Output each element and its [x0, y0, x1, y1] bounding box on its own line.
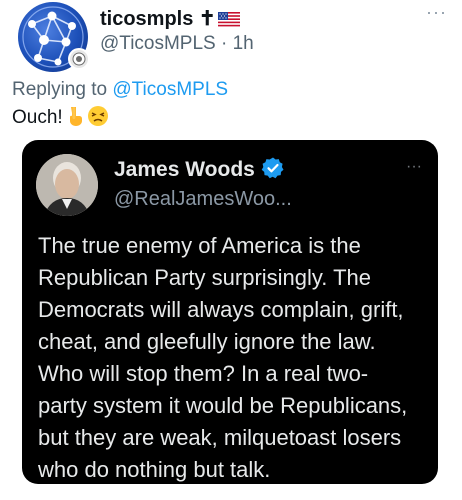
tweet-header: ticosmpls ✝ @TicosMPLS · 1h ···	[18, 2, 448, 74]
quoted-handle[interactable]: @RealJamesWoo...	[114, 188, 292, 211]
handle[interactable]: @TicosMPLS	[100, 33, 216, 54]
replying-to-line: Replying to @TicosMPLS	[12, 79, 228, 101]
tweet-text-body: Ouch!	[12, 107, 63, 128]
display-name[interactable]: ticosmpls ✝	[100, 6, 240, 33]
quoted-avatar[interactable]	[36, 154, 98, 216]
more-options-icon[interactable]: ···	[426, 2, 447, 23]
tweet-text: Ouch!	[12, 105, 109, 133]
verified-badge-icon	[261, 156, 285, 186]
avatar-badge-icon	[68, 48, 90, 70]
quoted-text-line: Who will stop them? In a real two-	[38, 361, 369, 386]
quoted-more-options-icon[interactable]: ···	[406, 158, 422, 176]
quoted-text-line: cheat, and gleefully ignore the law.	[38, 329, 376, 354]
persevering-face-emoji-icon	[87, 105, 109, 133]
quoted-text-line: Republican Party surprisingly. The	[38, 265, 372, 290]
separator: ·	[221, 33, 228, 54]
display-name-text: ticosmpls ✝	[100, 8, 216, 30]
pointing-down-emoji-icon	[65, 105, 85, 133]
us-flag-icon	[217, 10, 240, 33]
handle-line: @TicosMPLS · 1h	[100, 33, 254, 55]
quoted-display-name[interactable]: James Woods	[114, 156, 285, 186]
quoted-text-line: but they are weak, milquetoast losers	[38, 425, 402, 450]
quoted-tweet-card[interactable]: James Woods @RealJamesWoo... ··· The tru…	[22, 140, 438, 484]
quoted-text-line: who do nothing but talk.	[38, 457, 271, 482]
replying-prefix: Replying to	[12, 79, 108, 100]
quoted-text-line: Democrats will always complain, grift,	[38, 297, 404, 322]
replying-to-link[interactable]: @TicosMPLS	[112, 79, 228, 100]
quoted-text-line: The true enemy of America is the	[38, 233, 361, 258]
timestamp[interactable]: 1h	[233, 33, 254, 54]
quoted-text-line: party system it would be Republicans,	[38, 393, 408, 418]
person-portrait-icon	[36, 154, 98, 216]
quoted-tweet-text: The true enemy of America is the Republi…	[38, 230, 430, 484]
quoted-display-name-text: James Woods	[114, 158, 255, 181]
